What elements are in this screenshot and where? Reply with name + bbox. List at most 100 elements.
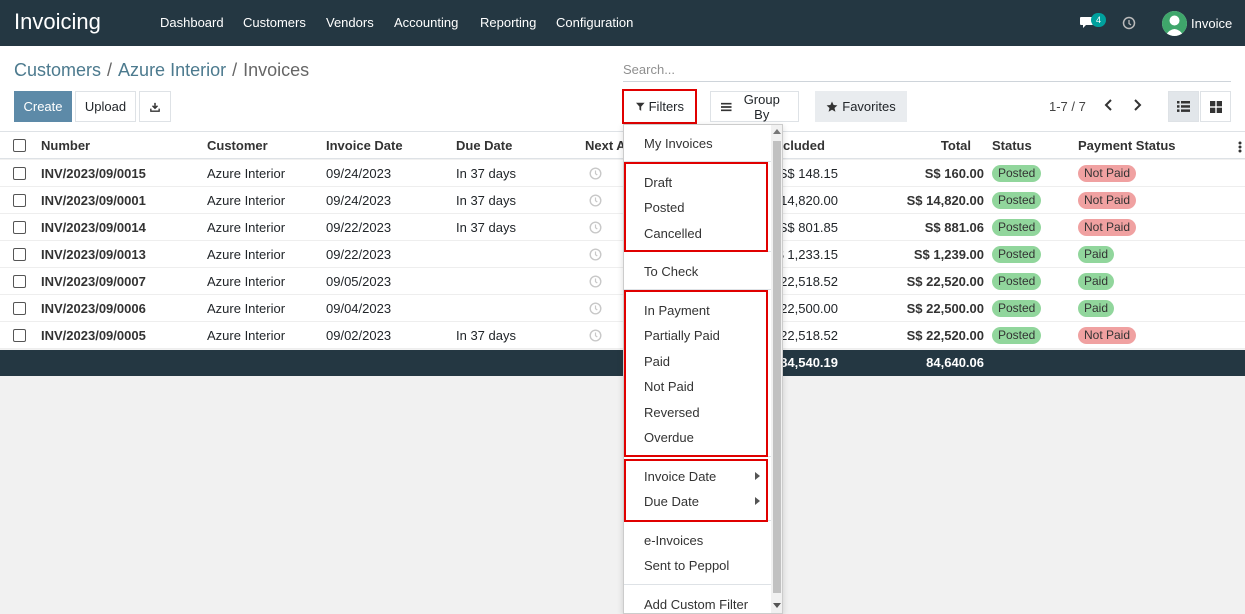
payment-status-badge: Not Paid bbox=[1078, 219, 1137, 236]
filter-posted[interactable]: Posted bbox=[644, 200, 684, 215]
dropdown-divider bbox=[624, 289, 772, 290]
header-customer[interactable]: Customer bbox=[207, 138, 268, 153]
cell-invoice-date: 09/24/2023 bbox=[326, 166, 392, 181]
header-invoice-date[interactable]: Invoice Date bbox=[326, 138, 403, 153]
cell-due-date: In 37 days bbox=[456, 328, 516, 343]
filter-e-invoices[interactable]: e-Invoices bbox=[644, 533, 703, 548]
status-badge: Posted bbox=[992, 246, 1042, 263]
group-by-icon bbox=[721, 102, 732, 111]
pager-next-icon[interactable] bbox=[1130, 98, 1144, 112]
filter-overdue[interactable]: Overdue bbox=[644, 430, 694, 445]
filter-sent-to-peppol[interactable]: Sent to Peppol bbox=[644, 558, 729, 573]
filter-paid[interactable]: Paid bbox=[644, 354, 670, 369]
group-by-button[interactable]: Group By bbox=[710, 91, 799, 122]
status-badge: Posted bbox=[992, 165, 1042, 182]
cell-invoice-date: 09/05/2023 bbox=[326, 274, 392, 289]
cell-invoice-date: 09/04/2023 bbox=[326, 301, 392, 316]
filter-due-date[interactable]: Due Date bbox=[644, 494, 699, 509]
cell-invoice-date: 09/22/2023 bbox=[326, 220, 392, 235]
create-button[interactable]: Create bbox=[14, 91, 72, 122]
list-view-icon bbox=[1177, 101, 1190, 112]
search-bar bbox=[623, 58, 1231, 82]
upload-button[interactable]: Upload bbox=[75, 91, 136, 122]
payment-status-badge: Paid bbox=[1078, 300, 1115, 317]
row-checkbox[interactable] bbox=[13, 329, 26, 342]
filters-button[interactable]: Filters bbox=[626, 91, 694, 122]
menu-reporting[interactable]: Reporting bbox=[480, 15, 536, 30]
row-checkbox[interactable] bbox=[13, 167, 26, 180]
menu-dashboard[interactable]: Dashboard bbox=[160, 15, 224, 30]
cell-number: INV/2023/09/0014 bbox=[41, 220, 146, 235]
breadcrumb-azure-interior[interactable]: Azure Interior bbox=[118, 60, 226, 80]
activity-clock-icon[interactable] bbox=[589, 302, 602, 315]
filter-draft[interactable]: Draft bbox=[644, 175, 672, 190]
header-total[interactable]: Total bbox=[900, 138, 971, 153]
filter-invoice-date[interactable]: Invoice Date bbox=[644, 469, 716, 484]
activity-clock-icon[interactable] bbox=[1122, 16, 1136, 30]
row-checkbox[interactable] bbox=[13, 275, 26, 288]
download-icon bbox=[150, 102, 160, 112]
select-all-checkbox[interactable] bbox=[13, 139, 26, 152]
list-view-button[interactable] bbox=[1168, 91, 1199, 122]
filter-reversed[interactable]: Reversed bbox=[644, 405, 700, 420]
cell-number: INV/2023/09/0005 bbox=[41, 328, 146, 343]
pager-previous-icon[interactable] bbox=[1102, 98, 1116, 112]
scroll-thumb[interactable] bbox=[773, 141, 781, 593]
breadcrumb-customers[interactable]: Customers bbox=[14, 60, 101, 80]
cell-total: S$ 160.00 bbox=[924, 166, 984, 181]
cell-number: INV/2023/09/0007 bbox=[41, 274, 146, 289]
menu-vendors[interactable]: Vendors bbox=[326, 15, 374, 30]
header-due-date[interactable]: Due Date bbox=[456, 138, 512, 153]
footer-grand-total: 84,640.06 bbox=[926, 355, 984, 370]
cell-due-date: In 37 days bbox=[456, 193, 516, 208]
row-checkbox[interactable] bbox=[13, 248, 26, 261]
payment-status-badge: Paid bbox=[1078, 246, 1115, 263]
cell-total: S$ 22,520.00 bbox=[906, 274, 984, 289]
search-input[interactable] bbox=[623, 58, 1231, 80]
filter-cancelled[interactable]: Cancelled bbox=[644, 226, 702, 241]
favorites-button[interactable]: Favorites bbox=[815, 91, 907, 122]
menu-accounting[interactable]: Accounting bbox=[394, 15, 458, 30]
status-badge: Posted bbox=[992, 273, 1042, 290]
header-status[interactable]: Status bbox=[992, 138, 1032, 153]
menu-customers[interactable]: Customers bbox=[243, 15, 306, 30]
app-title[interactable]: Invoicing bbox=[14, 9, 101, 35]
activity-clock-icon[interactable] bbox=[589, 248, 602, 261]
activity-clock-icon[interactable] bbox=[589, 221, 602, 234]
scroll-down-icon[interactable] bbox=[773, 603, 781, 608]
cell-number: INV/2023/09/0013 bbox=[41, 247, 146, 262]
dropdown-divider bbox=[624, 456, 772, 457]
kanban-view-button[interactable] bbox=[1200, 91, 1231, 122]
activity-clock-icon[interactable] bbox=[589, 329, 602, 342]
optional-columns-icon[interactable] bbox=[1238, 141, 1242, 153]
header-number[interactable]: Number bbox=[41, 138, 90, 153]
user-name[interactable]: Invoice bbox=[1191, 16, 1232, 31]
activity-clock-icon[interactable] bbox=[589, 194, 602, 207]
filter-partially-paid[interactable]: Partially Paid bbox=[644, 328, 720, 343]
filter-my-invoices[interactable]: My Invoices bbox=[644, 136, 713, 151]
dropdown-divider bbox=[624, 584, 772, 585]
row-checkbox[interactable] bbox=[13, 221, 26, 234]
dropdown-scrollbar[interactable] bbox=[771, 125, 782, 613]
filter-to-check[interactable]: To Check bbox=[644, 264, 698, 279]
menu-configuration[interactable]: Configuration bbox=[556, 15, 633, 30]
cell-invoice-date: 09/24/2023 bbox=[326, 193, 392, 208]
cell-number: INV/2023/09/0006 bbox=[41, 301, 146, 316]
download-button[interactable] bbox=[139, 91, 171, 122]
header-next-activity[interactable]: Next A bbox=[585, 138, 626, 153]
scroll-up-icon[interactable] bbox=[773, 129, 781, 134]
activity-clock-icon[interactable] bbox=[589, 275, 602, 288]
activity-clock-icon[interactable] bbox=[589, 167, 602, 180]
row-checkbox[interactable] bbox=[13, 194, 26, 207]
dropdown-divider bbox=[624, 161, 772, 162]
header-payment-status[interactable]: Payment Status bbox=[1078, 138, 1176, 153]
filter-in-payment[interactable]: In Payment bbox=[644, 303, 710, 318]
add-custom-filter[interactable]: Add Custom Filter bbox=[644, 597, 748, 612]
payment-status-badge: Paid bbox=[1078, 273, 1115, 290]
filter-not-paid[interactable]: Not Paid bbox=[644, 379, 694, 394]
row-checkbox[interactable] bbox=[13, 302, 26, 315]
header-tax-excluded[interactable]: cluded bbox=[783, 138, 825, 153]
cell-total: S$ 22,500.00 bbox=[906, 301, 984, 316]
pager-value[interactable]: 1-7 / 7 bbox=[1049, 99, 1086, 114]
user-avatar[interactable] bbox=[1162, 11, 1187, 36]
